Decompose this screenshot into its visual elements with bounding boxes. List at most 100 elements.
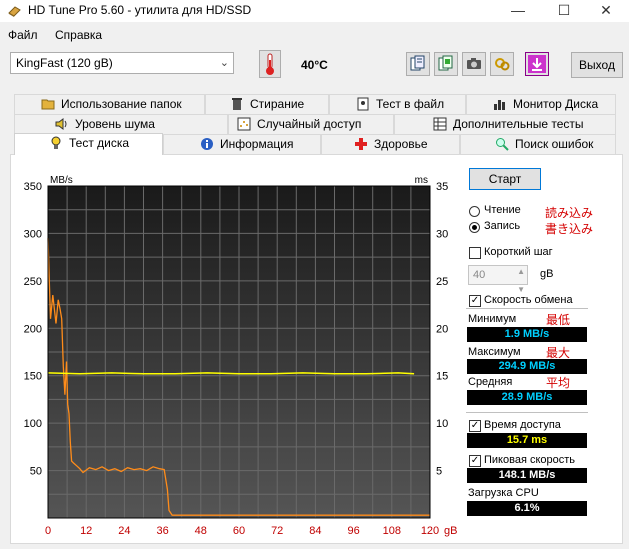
burst-rate-value: 148.1 MB/s [467, 468, 587, 483]
tab-health[interactable]: Здоровье [321, 134, 460, 154]
window-title: HD Tune Pro 5.60 - утилита для HD/SSD [28, 3, 252, 17]
y-right-tick-label: 35 [436, 181, 448, 193]
tab-folder-usage[interactable]: Использование папок [14, 94, 205, 114]
x-tick-label: 24 [118, 525, 130, 537]
copy-text-icon[interactable] [406, 52, 430, 76]
y-right-axis-label: ms [415, 175, 428, 186]
access-time-label: Время доступа [484, 419, 561, 431]
write-note: 書き込み [545, 222, 594, 236]
access-time-value: 15.7 ms [467, 433, 587, 448]
access-time-checkbox[interactable]: ✓ [469, 420, 481, 432]
y-right-tick-label: 30 [436, 228, 448, 240]
burst-rate-label: Пиковая скорость [484, 454, 576, 466]
tab-label: Тест диска [69, 136, 130, 150]
max-label: Максимум [468, 346, 521, 358]
y-right-tick-label: 20 [436, 323, 448, 335]
y-left-tick-label: 200 [24, 323, 42, 335]
min-value: 1.9 MB/s [467, 327, 587, 342]
tab-disk-monitor[interactable]: Монитор Диска [466, 94, 616, 114]
avg-note: 平均 [546, 376, 571, 390]
trash-icon [232, 98, 242, 110]
drive-select-value: KingFast (120 gB) [16, 56, 113, 70]
block-size-spinner[interactable]: 40 ▲ ▼ [468, 265, 528, 294]
close-button[interactable]: ✕ [583, 0, 629, 22]
magnifier-icon [496, 138, 509, 151]
save-download-icon[interactable] [525, 52, 549, 76]
tab-erase[interactable]: Стирание [205, 94, 329, 114]
avg-label: Средняя [468, 376, 513, 388]
y-right-tick-label: 15 [436, 371, 448, 383]
read-note: 読み込み [545, 206, 594, 220]
min-note: 最低 [546, 313, 571, 327]
tab-disk-benchmark[interactable]: Тест диска [14, 133, 163, 155]
file-icon [357, 97, 369, 111]
settings-icon[interactable] [490, 52, 514, 76]
x-tick-label: 108 [383, 525, 401, 537]
write-radio[interactable] [469, 222, 480, 233]
info-icon [201, 138, 213, 150]
tab-random-access[interactable]: Случайный доступ [228, 114, 394, 134]
write-label: Запись [484, 220, 521, 232]
block-size-unit: gB [540, 268, 554, 280]
y-left-tick-label: 150 [24, 371, 42, 383]
app-icon [8, 6, 21, 17]
y-right-tick-label: 5 [436, 466, 442, 478]
cpu-usage-value: 6.1% [467, 501, 587, 516]
x-tick-label: 84 [309, 525, 321, 537]
tab-noise-level[interactable]: Уровень шума [14, 114, 228, 134]
menu-help[interactable]: Справка [55, 28, 102, 42]
folder-icon [41, 99, 55, 110]
tab-label: Уровень шума [75, 117, 155, 131]
tab-error-scan[interactable]: Поиск ошибок [460, 134, 616, 154]
max-value: 294.9 MB/s [467, 359, 587, 374]
divider [466, 412, 588, 413]
read-radio[interactable] [469, 206, 480, 217]
y-left-tick-label: 250 [24, 276, 42, 288]
speaker-icon [55, 118, 67, 130]
x-tick-label: 60 [233, 525, 245, 537]
tab-extra-tests[interactable]: Дополнительные тесты [394, 114, 616, 134]
drive-select[interactable]: KingFast (120 gB) ⌄ [10, 52, 234, 74]
chevron-down-icon: ⌄ [219, 57, 229, 69]
screenshot-camera-icon[interactable] [462, 52, 486, 76]
maximize-button[interactable]: ☐ [541, 0, 587, 22]
thermometer-icon[interactable] [259, 50, 281, 78]
short-step-checkbox[interactable] [469, 247, 481, 259]
burst-rate-checkbox[interactable]: ✓ [469, 455, 481, 467]
y-left-tick-label: 300 [24, 228, 42, 240]
grid-icon [433, 117, 447, 131]
y-left-axis-label: MB/s [50, 175, 73, 186]
tab-label: Тест в файл [376, 97, 445, 111]
short-step-label: Короткий шаг [484, 246, 553, 258]
avg-value: 28.9 MB/s [467, 390, 587, 405]
tab-info[interactable]: Информация [163, 134, 321, 154]
x-tick-label: 96 [347, 525, 359, 537]
x-tick-label: 36 [156, 525, 168, 537]
lightbulb-icon [51, 136, 61, 149]
tab-file-benchmark[interactable]: Тест в файл [329, 94, 466, 114]
tab-label: Поиск ошибок [515, 137, 594, 151]
tab-label: Дополнительные тесты [453, 117, 584, 131]
minimize-button[interactable]: — [495, 0, 541, 22]
temperature-value: 40°C [301, 58, 328, 72]
x-tick-label: 72 [271, 525, 283, 537]
scatter-icon [237, 117, 251, 131]
cpu-usage-label: Загрузка CPU [468, 487, 539, 499]
health-cross-icon [355, 138, 367, 150]
x-tick-label: 120 [421, 525, 439, 537]
benchmark-chart: 50 100 150 200 250 300 350 5 10 15 20 25 30 35 0 12 24 36… [12, 170, 460, 546]
copy-image-icon[interactable] [434, 52, 458, 76]
transfer-rate-label: Скорость обмена [484, 294, 573, 306]
x-tick-label: 12 [80, 525, 92, 537]
x-unit-label: gB [444, 525, 457, 537]
min-label: Минимум [468, 313, 517, 325]
start-button[interactable]: Старт [469, 168, 541, 190]
read-label: Чтение [484, 204, 521, 216]
menu-file[interactable]: Файл [8, 28, 38, 42]
exit-button[interactable]: Выход [571, 52, 623, 78]
y-left-tick-label: 50 [30, 466, 42, 478]
x-tick-label: 0 [45, 525, 51, 537]
tab-label: Монитор Диска [513, 97, 599, 111]
tab-label: Информация [220, 137, 294, 151]
transfer-rate-checkbox[interactable]: ✓ [469, 295, 481, 307]
